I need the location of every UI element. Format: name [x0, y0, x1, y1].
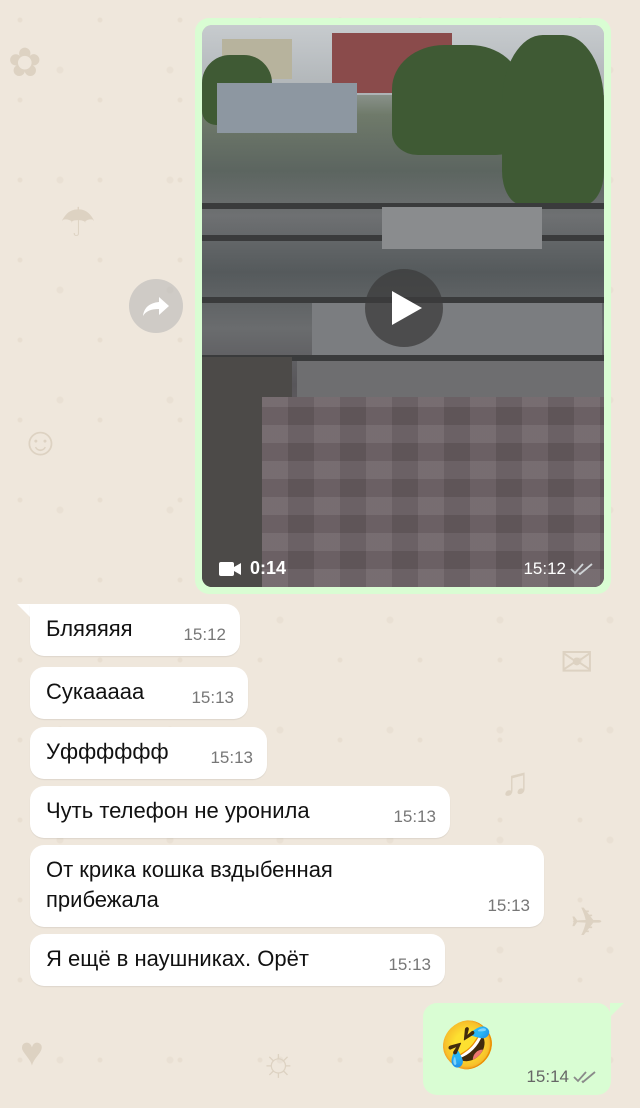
message-text: От крика кошка вздыбенная прибежала: [46, 857, 333, 912]
outgoing-emoji-message[interactable]: 🤣 15:14: [423, 1003, 611, 1095]
incoming-message[interactable]: Бляяяяя 15:12: [30, 604, 240, 656]
forward-button[interactable]: [129, 279, 183, 333]
wallpaper-doodle: ♥: [20, 1030, 44, 1074]
wallpaper-doodle: ✈: [570, 901, 604, 945]
wallpaper-doodle: ☼: [260, 1040, 297, 1084]
wallpaper-doodle: ✉: [560, 641, 594, 685]
incoming-message[interactable]: Уфффффф 15:13: [30, 727, 267, 779]
message-time: 15:13: [393, 807, 436, 826]
video-time-label: 15:12: [523, 559, 566, 578]
chat-area: ✿ ☂ ☺ ✉ ♫ ✈ ☼ ♥ 0:14 15:12 Бляяяяя 15:12…: [0, 0, 640, 1108]
message-time: 15:13: [487, 896, 530, 915]
forward-icon: [143, 297, 169, 316]
message-text: Уфффффф: [46, 739, 169, 764]
double-check-icon: [573, 1071, 596, 1084]
video-camera-icon: [219, 561, 241, 576]
message-text: Сукааааа: [46, 679, 145, 704]
message-text: Бляяяяя: [46, 616, 133, 641]
message-time: 15:12: [183, 625, 226, 644]
incoming-message[interactable]: Я ещё в наушниках. Орёт 15:13: [30, 934, 445, 986]
incoming-message[interactable]: Сукааааа 15:13: [30, 667, 248, 719]
video-timestamp: 15:12: [523, 559, 594, 579]
bubble-tail: [17, 604, 31, 618]
video-duration-label: 0:14: [250, 558, 287, 578]
video-duration: 0:14: [218, 558, 286, 579]
play-icon: [392, 291, 422, 325]
message-text: Чуть телефон не уронила: [46, 798, 310, 823]
video-message-bubble[interactable]: 0:14 15:12: [195, 18, 611, 594]
wallpaper-doodle: ♫: [500, 760, 530, 804]
double-check-icon: [570, 563, 593, 576]
message-timestamp: 15:14: [526, 1067, 597, 1087]
bubble-tail: [610, 1003, 624, 1017]
wallpaper-doodle: ☺: [20, 420, 61, 464]
emoji-rofl: 🤣: [439, 1018, 497, 1072]
incoming-message[interactable]: От крика кошка вздыбенная прибежала 15:1…: [30, 845, 544, 927]
play-button[interactable]: [365, 269, 443, 347]
wallpaper-doodle: ✿: [8, 41, 42, 85]
message-text: Я ещё в наушниках. Орёт: [46, 946, 309, 971]
message-time: 15:13: [191, 688, 234, 707]
message-time: 15:13: [388, 955, 431, 974]
video-thumbnail[interactable]: 0:14 15:12: [202, 25, 604, 587]
wallpaper-doodle: ☂: [60, 201, 96, 245]
incoming-message[interactable]: Чуть телефон не уронила 15:13: [30, 786, 450, 838]
message-time: 15:13: [210, 748, 253, 767]
message-time: 15:14: [526, 1067, 569, 1086]
